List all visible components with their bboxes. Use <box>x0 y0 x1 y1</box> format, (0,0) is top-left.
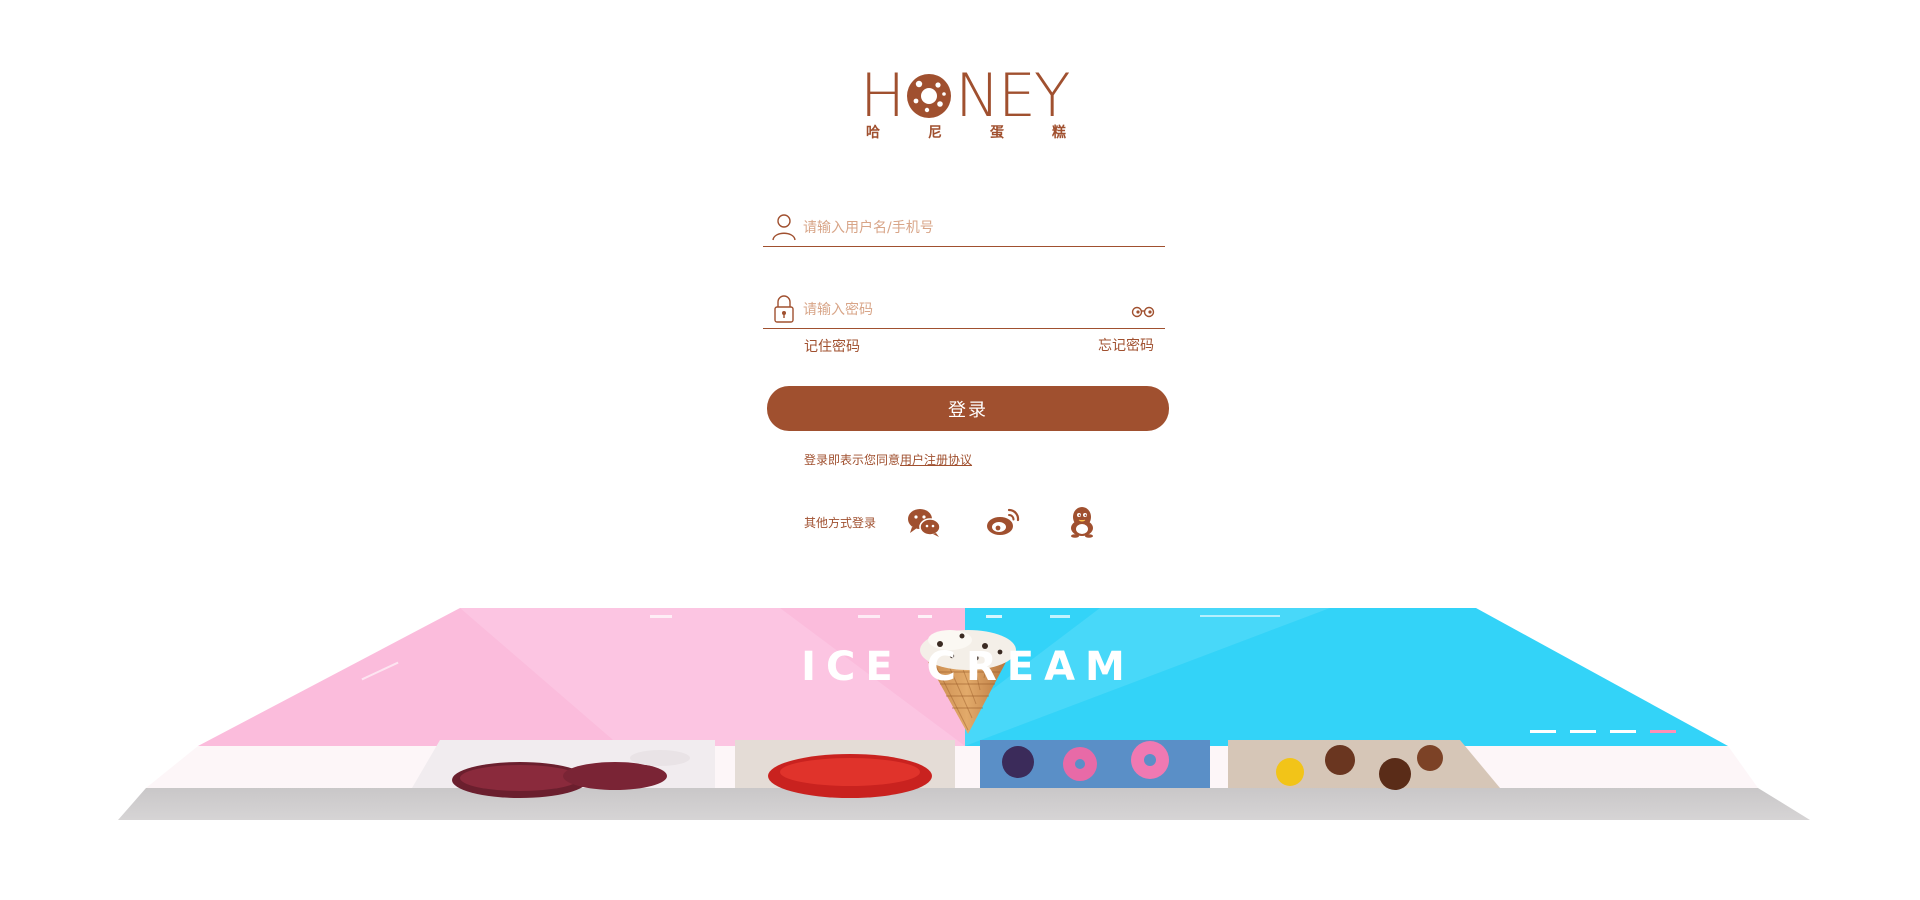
logo-cn-char: 蛋 <box>990 125 1004 141</box>
promo-banner: ICE CREAM <box>0 600 1920 840</box>
login-page: H NEY 哈 尼 蛋 糕 请输入用户名/手机号 记住密码 忘记密码 登录 登录… <box>0 0 1920 900</box>
login-button[interactable]: 登录 <box>767 386 1169 431</box>
password-field <box>763 290 1165 329</box>
logo-letters-ney: NEY <box>955 61 1070 131</box>
forgot-password-link[interactable]: 忘记密码 <box>1098 335 1154 355</box>
agreement-text: 登录即表示您同意 <box>804 453 901 467</box>
banner-shadow <box>118 788 1810 820</box>
remember-password-link[interactable]: 记住密码 <box>804 336 860 356</box>
promo-banner-graphic: ICE CREAM <box>118 608 1810 820</box>
wechat-icon[interactable] <box>906 506 942 538</box>
logo-cn-char: 糕 <box>1052 125 1066 141</box>
logo-cn-char: 哈 <box>866 125 880 141</box>
username-input[interactable] <box>803 216 1103 240</box>
qq-icon[interactable] <box>1064 506 1100 538</box>
agreement-notice: 登录即表示您同意用户注册协议 <box>804 451 972 468</box>
user-icon <box>772 214 796 241</box>
user-agreement-link[interactable]: 用户注册协议 <box>900 453 972 467</box>
logo-wordmark: H NEY <box>860 61 1071 131</box>
donut-logo-icon <box>907 74 952 118</box>
brand-logo: H NEY 哈 尼 蛋 糕 <box>860 61 1071 146</box>
logo-cn-char: 尼 <box>928 125 942 141</box>
logo-letter-h: H <box>860 61 905 131</box>
banner-headline: ICE CREAM <box>801 644 1135 690</box>
banner-photo-chocolates <box>1228 740 1500 788</box>
logo-chinese-name: 哈 尼 蛋 糕 <box>866 122 1066 142</box>
lock-icon <box>774 295 794 323</box>
password-input[interactable] <box>803 298 1103 322</box>
show-password-icon[interactable] <box>1131 304 1155 318</box>
weibo-icon[interactable] <box>985 506 1021 538</box>
username-field <box>763 208 1165 247</box>
other-login-label: 其他方式登录 <box>804 516 877 530</box>
